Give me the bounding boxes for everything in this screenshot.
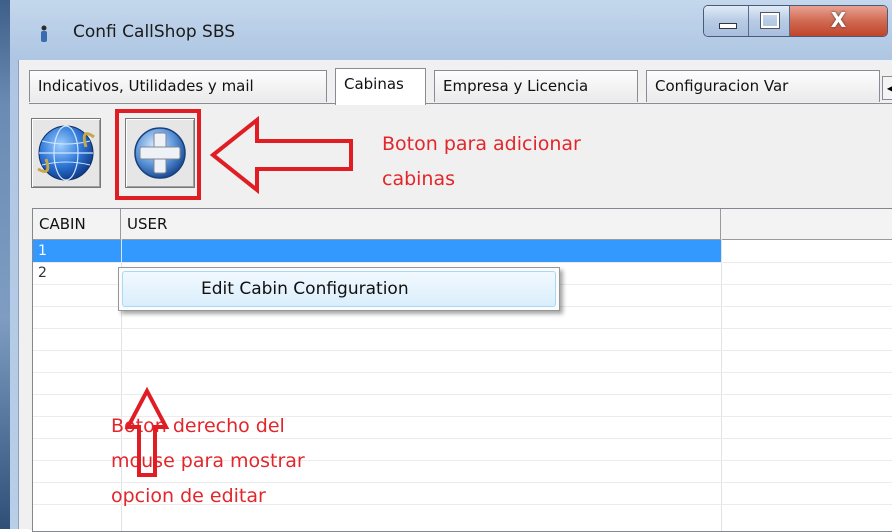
maximize-icon bbox=[760, 12, 780, 29]
minimize-icon bbox=[719, 23, 737, 29]
globe-button[interactable] bbox=[31, 118, 101, 188]
user-cell bbox=[121, 240, 721, 262]
grid-divider bbox=[33, 262, 892, 263]
context-menu: Edit Cabin Configuration bbox=[118, 267, 560, 311]
app-window: Confi CallShop SBS X Indicativos, Utilid… bbox=[0, 0, 892, 532]
left-arrow-annotation-icon bbox=[209, 116, 353, 194]
desktop-edge bbox=[0, 0, 10, 529]
tab-indicativos[interactable]: Indicativos, Utilidades y mail bbox=[29, 70, 327, 102]
tab-scroll-left-icon[interactable]: ◀ bbox=[882, 76, 892, 100]
grid-header: CABIN USER bbox=[33, 209, 892, 240]
close-icon: X bbox=[830, 8, 847, 32]
tab-configuracion-var[interactable]: Configuracion Var bbox=[646, 70, 880, 102]
tab-cabinas[interactable]: Cabinas bbox=[335, 68, 426, 105]
add-button-note: Boton para adicionar cabinas bbox=[382, 127, 702, 197]
app-icon bbox=[41, 25, 47, 42]
cabin-cell: 1 bbox=[33, 240, 121, 262]
window-title: Confi CallShop SBS bbox=[73, 22, 235, 42]
cabin-cell: 2 bbox=[38, 265, 47, 281]
globe-icon bbox=[37, 125, 95, 181]
add-button-note-line: cabinas bbox=[382, 168, 456, 190]
right-click-note-line: opcion de editar bbox=[111, 485, 266, 507]
maximize-button[interactable] bbox=[749, 6, 790, 36]
close-button[interactable]: X bbox=[790, 6, 887, 36]
tab-strip: Indicativos, Utilidades y mail Cabinas E… bbox=[29, 68, 892, 105]
tab-scroll-buttons: ◀ ▶ bbox=[882, 76, 892, 100]
grid-divider bbox=[33, 372, 892, 373]
column-header-user[interactable]: USER bbox=[121, 209, 721, 239]
caption-buttons: X bbox=[703, 5, 888, 37]
cabinas-panel: Boton para adicionar cabinas CABIN USER … bbox=[29, 103, 892, 532]
up-arrow-annotation-icon bbox=[124, 387, 170, 477]
add-button-note-line: Boton para adicionar bbox=[382, 133, 581, 155]
grid-divider bbox=[33, 328, 892, 329]
tab-empresa-licencia[interactable]: Empresa y Licencia bbox=[434, 70, 638, 102]
minimize-button[interactable] bbox=[704, 6, 749, 36]
grid-divider bbox=[33, 350, 892, 351]
title-bar[interactable]: Confi CallShop SBS X bbox=[10, 0, 892, 60]
column-header-cabin[interactable]: CABIN bbox=[33, 209, 121, 239]
table-row[interactable]: 1 bbox=[33, 240, 892, 262]
grid-divider bbox=[721, 239, 722, 531]
edit-cabin-configuration-menu-item[interactable]: Edit Cabin Configuration bbox=[122, 271, 556, 307]
add-button-highlight bbox=[115, 109, 201, 200]
